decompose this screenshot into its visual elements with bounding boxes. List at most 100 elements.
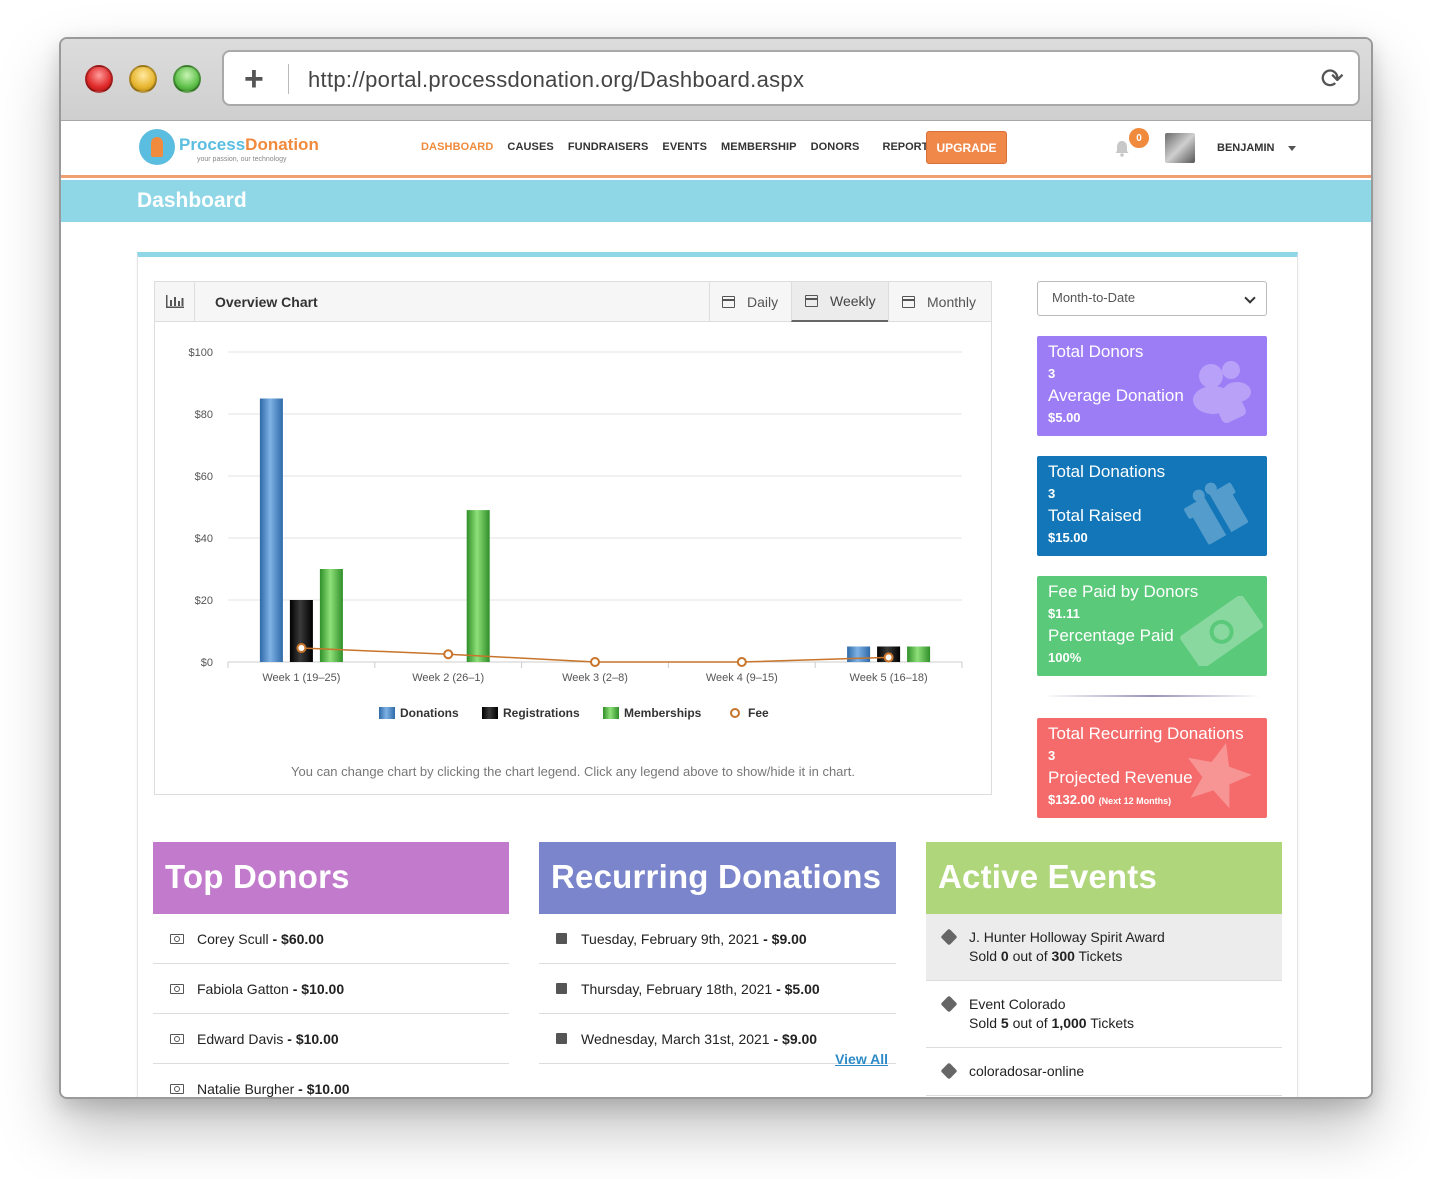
- legend-swatch: [482, 707, 498, 719]
- top-donors-title: Top Donors: [153, 842, 509, 914]
- money-icon: [170, 1033, 184, 1044]
- money-icon: [170, 983, 184, 994]
- calendar-icon: [805, 295, 818, 307]
- top-donors-card: Top Donors Corey Scull - $60.00 Fabiola G…: [153, 842, 509, 1097]
- upgrade-button[interactable]: UPGRADE: [926, 131, 1007, 164]
- recurring-amount: - $9.00: [759, 930, 807, 947]
- legend-item-memberships[interactable]: Memberships: [603, 706, 702, 720]
- minimize-window-button[interactable]: [129, 65, 157, 93]
- bar-donations: [847, 646, 871, 662]
- donor-row[interactable]: Corey Scull - $60.00: [153, 914, 509, 964]
- tab-weekly[interactable]: Weekly: [791, 282, 888, 322]
- tab-monthly[interactable]: Monthly: [888, 282, 991, 322]
- event-row[interactable]: coloradosar-online: [926, 1048, 1282, 1096]
- legend-item-donations[interactable]: Donations: [379, 706, 459, 720]
- close-window-button[interactable]: [85, 65, 113, 93]
- chart-header: Overview Chart Daily Weekly Monthly: [155, 282, 991, 322]
- calendar-icon: [722, 296, 735, 308]
- gift-icon: [1184, 482, 1248, 545]
- bar-memberships: [466, 510, 490, 662]
- user-name: BENJAMIN: [1217, 142, 1275, 154]
- recurring-date: Wednesday, March 31st, 2021: [581, 1030, 770, 1047]
- browser-toolbar: + http://portal.processdonation.org/Dash…: [61, 39, 1371, 121]
- fee-point: [590, 657, 600, 667]
- donor-row[interactable]: Fabiola Gatton - $10.00: [153, 964, 509, 1014]
- legend-item-registrations[interactable]: Registrations: [482, 706, 580, 720]
- event-details: J. Hunter Holloway Spirit Award Sold 0 ou…: [969, 928, 1165, 966]
- fee-point: [296, 643, 307, 654]
- tickets-sold: 5: [1000, 1015, 1009, 1031]
- nav-events[interactable]: EVENTS: [662, 141, 707, 153]
- recurring-row[interactable]: Thursday, February 18th, 2021 - $5.00: [539, 964, 896, 1014]
- y-tick-label: $0: [201, 657, 213, 669]
- legend-label: Fee: [748, 706, 769, 720]
- page-title-bar: Dashboard: [61, 180, 1371, 222]
- bar-donations: [259, 398, 283, 662]
- date-range-select[interactable]: Month-to-Date: [1037, 281, 1267, 316]
- browser-window: + http://portal.processdonation.org/Dash…: [59, 37, 1373, 1099]
- stat-recurring-donations: Total Recurring Donations 3 Projected Re…: [1037, 718, 1267, 818]
- tab-weekly-label: Weekly: [830, 293, 876, 309]
- top-navigation: ProcessDonation your passion, our techno…: [61, 121, 1371, 178]
- legend-item-fee[interactable]: Fee: [730, 706, 769, 720]
- recurring-donations-list: Tuesday, February 9th, 2021 - $9.00 Thurs…: [539, 914, 896, 1064]
- event-row[interactable]: J. Hunter Holloway Spirit Award Sold 0 ou…: [926, 914, 1282, 981]
- recurring-donations-title: Recurring Donations: [539, 842, 896, 914]
- user-menu[interactable]: BENJAMIN: [1217, 142, 1297, 154]
- nav-fundraisers[interactable]: FUNDRAISERS: [568, 141, 649, 153]
- money-icon: [1180, 596, 1263, 666]
- nav-donors[interactable]: DONORS: [811, 141, 860, 153]
- overview-chart-card: Overview Chart Daily Weekly Monthly $100…: [154, 281, 992, 795]
- nav-membership[interactable]: MEMBERSHIP: [721, 141, 797, 153]
- y-tick-label: $100: [189, 347, 213, 359]
- recurring-amount: - $9.00: [769, 1030, 818, 1047]
- fee-point: [443, 649, 454, 660]
- gift-icon: [556, 933, 567, 944]
- legend-label: Donations: [400, 706, 459, 720]
- recurring-date: Tuesday, February 9th, 2021: [581, 930, 760, 947]
- maximize-window-button[interactable]: [173, 65, 201, 93]
- event-tickets: Sold 0 out of 300 Tickets: [969, 948, 1123, 964]
- reload-icon[interactable]: ⟳: [1321, 62, 1344, 95]
- nav-dashboard[interactable]: DASHBOARD: [421, 141, 493, 153]
- donor-row[interactable]: Edward Davis - $10.00: [153, 1014, 509, 1064]
- donor-amount: - $10.00: [283, 1030, 339, 1047]
- avatar[interactable]: [1165, 133, 1195, 163]
- stat-total-donors: Total Donors 3 Average Donation $5.00: [1037, 336, 1267, 436]
- logo-tagline: your passion, our technology: [197, 156, 287, 163]
- donor-row[interactable]: Natalie Burgher - $10.00: [153, 1064, 509, 1097]
- view-all-link[interactable]: View All: [835, 1051, 888, 1067]
- y-tick-label: $20: [195, 595, 213, 607]
- url-text[interactable]: http://portal.processdonation.org/Dashbo…: [308, 67, 804, 93]
- nav-causes[interactable]: CAUSES: [507, 141, 553, 153]
- chart-period-tabs: Daily Weekly Monthly: [709, 282, 991, 322]
- tickets-total: 1,000: [1051, 1015, 1087, 1031]
- date-range-value: Month-to-Date: [1052, 290, 1136, 305]
- ticket-icon: [940, 928, 958, 946]
- nav-links: DASHBOARD CAUSES FUNDRAISERS EVENTS MEMB…: [421, 141, 952, 153]
- new-tab-icon[interactable]: +: [244, 60, 264, 99]
- donor-amount: - $10.00: [288, 980, 345, 997]
- ticket-icon: [940, 995, 958, 1013]
- tab-daily[interactable]: Daily: [709, 282, 791, 322]
- donor-name: Edward Davis: [197, 1030, 284, 1047]
- app: ProcessDonation your passion, our techno…: [61, 121, 1371, 1097]
- tickets-total: 300: [1051, 948, 1075, 964]
- recurring-donations-card: Recurring Donations Tuesday, February 9t…: [539, 842, 896, 1067]
- event-row[interactable]: Event Colorado Sold 5 out of 1,000 Ticket…: [926, 981, 1282, 1048]
- logo[interactable]: ProcessDonation your passion, our techno…: [139, 127, 319, 171]
- donor-name: Natalie Burgher: [197, 1080, 295, 1097]
- star-icon: [1187, 743, 1252, 808]
- x-tick-label: Week 3 (2–8): [562, 672, 628, 684]
- x-tick-label: Week 1 (19–25): [262, 672, 340, 684]
- event-tickets: Sold 5 out of 1,000 Tickets: [969, 1015, 1135, 1031]
- recurring-row[interactable]: Tuesday, February 9th, 2021 - $9.00: [539, 914, 896, 964]
- notification-badge[interactable]: 0: [1127, 126, 1151, 150]
- tickets-sold: 0: [1000, 948, 1009, 964]
- chart-note: You can change chart by clicking the cha…: [291, 764, 855, 779]
- users-icon: [1193, 361, 1251, 424]
- x-tick-label: Week 4 (9–15): [706, 672, 778, 684]
- address-bar[interactable]: + http://portal.processdonation.org/Dash…: [222, 50, 1360, 106]
- legend-swatch: [379, 707, 395, 719]
- event-name: J. Hunter Holloway Spirit Award: [969, 929, 1165, 945]
